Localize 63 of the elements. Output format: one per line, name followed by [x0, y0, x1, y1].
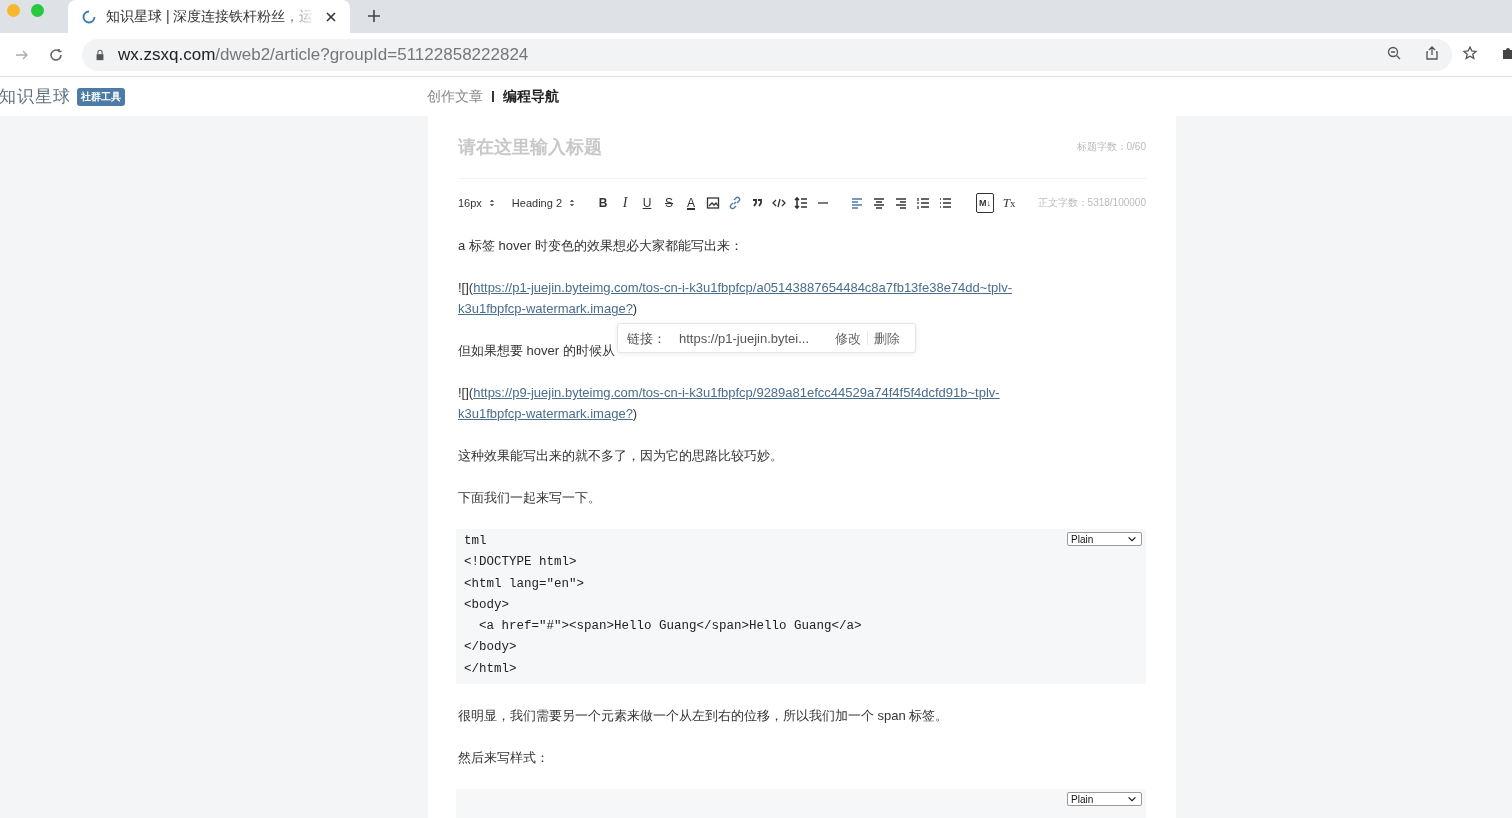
link-label: 链接： [627, 329, 666, 348]
image-link[interactable]: k3u1fbpfcp-watermark.image? [458, 301, 633, 316]
share-icon [1424, 46, 1440, 60]
bullet-list-icon [938, 196, 952, 210]
nav-link[interactable]: 创作文章 [427, 87, 483, 106]
markdown-syntax: ) [632, 406, 638, 421]
reload-icon [48, 47, 64, 62]
new-tab-icon [366, 9, 382, 23]
tab-title: 知识星球 | 深度连接铁杆粉丝，运 [106, 7, 315, 26]
paragraph: 但如果想要 hover 的时候从 [458, 343, 615, 358]
zoom-dot[interactable] [31, 4, 44, 17]
delete-link[interactable]: 删除 [868, 327, 907, 349]
code-line: <a href="#"><span>Hello Guang</span>Hello Guang</a> [478, 618, 862, 636]
zoom-out-icon [1386, 46, 1402, 60]
star-icon [1462, 46, 1478, 60]
strike-button[interactable]: S [658, 193, 680, 213]
markdown-syntax: ![]( [458, 280, 474, 295]
markdown-button[interactable]: M↓ [976, 193, 994, 213]
paragraph: 下面我们一起来写一下。 [458, 490, 601, 505]
tools-badge: 社群工具 [77, 87, 125, 106]
format-select[interactable]: Heading 2 [511, 193, 576, 213]
paragraph: a 标签 hover 时变色的效果想必大家都能写出来： [458, 238, 743, 253]
code-line: </html> [464, 660, 517, 678]
color-button[interactable]: A [680, 193, 702, 213]
code-line: tml [464, 533, 487, 550]
logo-text: 知识星球 [0, 86, 71, 108]
ordered-list-icon [916, 196, 930, 210]
bold-button[interactable]: B [592, 193, 614, 213]
lock-icon [94, 47, 106, 62]
paragraph: 这种效果能写出来的就不多了，因为它的思路比较巧妙。 [458, 448, 783, 463]
image-link[interactable]: k3u1fbpfcp-watermark.image? [458, 406, 633, 421]
browser-tab[interactable]: 知识星球 | 深度连接铁杆粉丝，运 [68, 0, 350, 33]
address-bar[interactable]: wx.zsxq.com/dweb2/article?groupId=51122858222824 [82, 38, 1452, 71]
minimize-dot[interactable] [7, 4, 20, 17]
language-select[interactable]: Plain [1067, 792, 1142, 807]
paragraph: 很明显，我们需要另一个元素来做一个从左到右的位移，所以我们加一个 span 标签。 [458, 708, 949, 724]
italic-button[interactable]: I [614, 193, 636, 213]
code-line: </body> [464, 639, 517, 657]
loading-spinner-icon [80, 9, 98, 24]
code-line: <!DOCTYPE html> [464, 554, 577, 572]
align-left-icon [850, 196, 864, 210]
link-url: https://p1-juejin.bytei... [679, 329, 810, 348]
link-icon [728, 196, 742, 210]
title-count: 标题字数：0/60 [1076, 140, 1146, 154]
image-icon [706, 196, 720, 210]
markdown-syntax: ) [632, 301, 638, 316]
edit-link[interactable]: 修改 [829, 327, 868, 349]
code-icon [772, 196, 786, 210]
align-right-icon [894, 196, 908, 210]
paragraph: 然后来写样式： [458, 750, 549, 766]
nav-link[interactable]: 编程导航 [503, 87, 559, 106]
underline-button[interactable]: U [636, 193, 658, 213]
align-center-icon [872, 196, 886, 210]
image-link[interactable]: https://p9-juejin.byteimg.com/tos-cn-i-k3u1fbpfcp/9289a81efcc44529a74f4f5f4dcfd91b~tplv- [473, 385, 1000, 400]
markdown-syntax: ![]( [458, 385, 474, 400]
language-select[interactable]: Plain [1067, 532, 1142, 546]
close-icon [324, 9, 338, 24]
line-height-icon [794, 196, 808, 210]
code-line: <html lang="en"> [464, 575, 585, 593]
code-line: <body> [464, 596, 509, 614]
puzzle-icon [1500, 46, 1512, 60]
image-link[interactable]: https://p1-juejin.byteimg.com/tos-cn-i-k3u1fbpfcp/a05143887654484c8a7fb13fe38e74dd~tplv- [473, 280, 1012, 295]
format-select[interactable]: 16px [458, 193, 496, 213]
